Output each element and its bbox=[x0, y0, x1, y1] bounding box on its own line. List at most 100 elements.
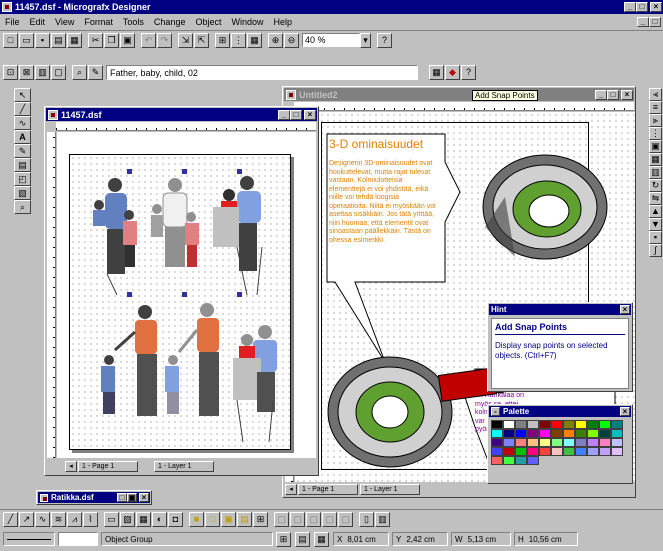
maximize-button[interactable]: □ bbox=[636, 2, 648, 12]
yellow-shade-icon[interactable]: ▣ bbox=[221, 511, 236, 527]
palette-swatch[interactable] bbox=[491, 429, 503, 438]
envelope-icon[interactable]: ▢ bbox=[322, 511, 337, 527]
doc1-minimize-button[interactable]: _ bbox=[278, 109, 290, 120]
text-frame-icon[interactable]: ▯ bbox=[359, 511, 374, 527]
minimized-restore-button[interactable]: □ bbox=[117, 493, 127, 502]
palette-swatch[interactable] bbox=[539, 447, 551, 456]
palette-swatch[interactable] bbox=[539, 438, 551, 447]
doc1-canvas[interactable] bbox=[57, 132, 316, 458]
palette-swatch[interactable] bbox=[551, 429, 563, 438]
yellow-fill-icon[interactable]: ■ bbox=[189, 511, 204, 527]
palette-swatch[interactable] bbox=[515, 420, 527, 429]
doc1-page-prev-icon[interactable]: ◂ bbox=[65, 460, 77, 472]
palette-swatch[interactable] bbox=[527, 456, 539, 465]
rotate-mode-icon[interactable]: ▦ bbox=[314, 531, 329, 547]
page-icon[interactable]: ▢ bbox=[51, 65, 66, 80]
shadow-icon[interactable]: ▢ bbox=[274, 511, 289, 527]
object-rename-icon[interactable]: ✎ bbox=[88, 65, 103, 80]
palette-swatch[interactable] bbox=[587, 420, 599, 429]
minimized-title-bar[interactable]: Ratikka.dsf □ ▣ × bbox=[38, 492, 150, 503]
palette-swatch[interactable] bbox=[515, 438, 527, 447]
palette-swatch[interactable] bbox=[491, 447, 503, 456]
yellow-pattern-icon[interactable]: ▤ bbox=[237, 511, 252, 527]
palette-swatch[interactable] bbox=[539, 420, 551, 429]
app-icon[interactable] bbox=[2, 2, 12, 12]
pattern-fill-icon[interactable]: ▦ bbox=[136, 511, 151, 527]
cut-icon[interactable]: ✂ bbox=[88, 32, 103, 48]
palette-swatch[interactable] bbox=[599, 447, 611, 456]
palette-swatch[interactable] bbox=[503, 456, 515, 465]
doc-restore-button[interactable]: □ bbox=[649, 17, 661, 27]
menu-file[interactable]: File bbox=[0, 17, 25, 27]
palette-swatch[interactable] bbox=[491, 420, 503, 429]
illustration-family-bottom[interactable] bbox=[87, 302, 287, 447]
freeform-icon[interactable]: ⌇ bbox=[83, 511, 98, 527]
palette-swatch[interactable] bbox=[611, 420, 623, 429]
palette-swatch[interactable] bbox=[575, 447, 587, 456]
palette-swatch[interactable] bbox=[575, 420, 587, 429]
y-field[interactable]: Y 2,42 cm bbox=[392, 532, 448, 546]
palette-swatch[interactable] bbox=[563, 438, 575, 447]
fill-tool-icon[interactable]: ▤ bbox=[14, 158, 31, 172]
palette-swatch[interactable] bbox=[491, 438, 503, 447]
palette-swatch[interactable] bbox=[515, 447, 527, 456]
line-tool-icon[interactable]: ╱ bbox=[14, 102, 31, 116]
zoom-in-icon[interactable]: ⊕ bbox=[268, 32, 283, 48]
menu-view[interactable]: View bbox=[50, 17, 79, 27]
doc1-title-bar[interactable]: 11457.dsf _ □ × bbox=[46, 108, 317, 121]
text-tool-icon[interactable]: A bbox=[14, 130, 31, 144]
save-icon[interactable]: ▪ bbox=[35, 32, 50, 48]
align-left-icon[interactable]: ⫷ bbox=[649, 88, 662, 101]
zoom-select[interactable]: 40 % bbox=[302, 33, 360, 47]
redo-icon[interactable]: ↷ bbox=[157, 32, 172, 48]
minimized-maximize-button[interactable]: ▣ bbox=[127, 493, 137, 502]
size-mode-icon[interactable]: ▤ bbox=[295, 531, 310, 547]
node-edit-icon[interactable]: ⊠ bbox=[19, 65, 34, 80]
arrow-style-icon[interactable]: ↗ bbox=[19, 511, 34, 527]
gradient-fill-icon[interactable]: ◐ bbox=[152, 511, 167, 527]
curve-style-icon[interactable]: ∿ bbox=[35, 511, 50, 527]
palette-menu-icon[interactable]: - bbox=[491, 407, 500, 416]
yellow-line-icon[interactable]: □ bbox=[205, 511, 220, 527]
3d-tool-icon[interactable]: ▧ bbox=[14, 186, 31, 200]
zigzag-style-icon[interactable]: ⩘ bbox=[67, 511, 82, 527]
zoom-dropdown-icon[interactable]: ▾ bbox=[360, 32, 371, 48]
palette-swatch[interactable] bbox=[491, 456, 503, 465]
doc2-maximize-button[interactable]: □ bbox=[607, 89, 619, 100]
grid-fill-icon[interactable]: ⊞ bbox=[253, 511, 268, 527]
new-icon[interactable]: □ bbox=[3, 32, 18, 48]
x-field[interactable]: X 8,01 cm bbox=[333, 532, 389, 546]
properties-icon[interactable]: ▦ bbox=[429, 65, 444, 80]
texture-fill-icon[interactable]: ◘ bbox=[168, 511, 183, 527]
bezier-tool-icon[interactable]: ∿ bbox=[14, 116, 31, 130]
hint-title-bar[interactable]: Hint × bbox=[489, 304, 631, 315]
menu-edit[interactable]: Edit bbox=[25, 17, 51, 27]
wave-style-icon[interactable]: ≋ bbox=[51, 511, 66, 527]
shape-tool-icon[interactable]: ◰ bbox=[14, 172, 31, 186]
grid-icon[interactable]: ▦ bbox=[247, 32, 262, 48]
group-icon[interactable]: ▦ bbox=[649, 153, 662, 166]
palette-swatch[interactable] bbox=[611, 447, 623, 456]
print-preview-icon[interactable]: ▤ bbox=[51, 32, 66, 48]
doc2-close-button[interactable]: × bbox=[621, 89, 633, 100]
doc2-title-bar[interactable]: Untitled2 _ □ × bbox=[284, 88, 634, 101]
palette-swatch[interactable] bbox=[551, 420, 563, 429]
align-right-icon[interactable]: ⫸ bbox=[649, 114, 662, 127]
line-style-icon[interactable]: ╱ bbox=[3, 511, 18, 527]
palette-title-bar[interactable]: - Palette × bbox=[489, 406, 631, 417]
palette-swatch[interactable] bbox=[539, 429, 551, 438]
doc2-minimize-button[interactable]: _ bbox=[595, 89, 607, 100]
zoom-tool-icon[interactable]: ⌕ bbox=[14, 200, 31, 214]
rect-fill-icon[interactable]: ▭ bbox=[104, 511, 119, 527]
export-icon[interactable]: ⇱ bbox=[194, 32, 209, 48]
w-field[interactable]: W 5,13 cm bbox=[451, 532, 511, 546]
palette-swatch[interactable] bbox=[563, 429, 575, 438]
blend-icon[interactable]: ▢ bbox=[306, 511, 321, 527]
transparency-icon[interactable]: ▢ bbox=[290, 511, 305, 527]
select-tool-icon[interactable]: ⊡ bbox=[3, 65, 18, 80]
position-mode-icon[interactable]: ⊞ bbox=[276, 531, 291, 547]
palette-close-button[interactable]: × bbox=[620, 407, 630, 416]
palette-swatch[interactable] bbox=[527, 447, 539, 456]
open-icon[interactable]: ▭ bbox=[19, 32, 34, 48]
align-center-icon[interactable]: ≡ bbox=[649, 101, 662, 114]
